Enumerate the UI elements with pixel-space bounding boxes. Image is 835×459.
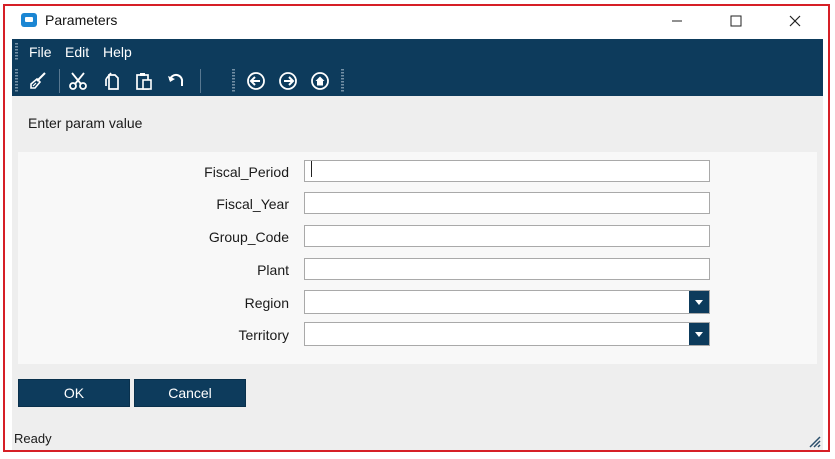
toolbar — [12, 65, 823, 96]
minimize-button[interactable] — [654, 6, 700, 36]
forward-icon[interactable] — [277, 70, 299, 92]
text-cursor — [311, 161, 312, 177]
menu-grip[interactable] — [15, 43, 18, 61]
minimize-icon — [672, 20, 682, 22]
app-icon — [21, 13, 37, 27]
menu-toolbar-area: File Edit Help — [12, 39, 823, 96]
menu-bar: File Edit Help — [12, 39, 823, 65]
region-label: Region — [244, 295, 289, 311]
maximize-icon — [730, 15, 742, 27]
plant-label: Plant — [257, 262, 289, 278]
fiscal-period-input[interactable] — [304, 160, 710, 182]
territory-dropdown-button[interactable] — [689, 323, 709, 345]
fiscal-period-label: Fiscal_Period — [204, 164, 289, 180]
home-icon[interactable] — [309, 70, 331, 92]
cancel-button[interactable]: Cancel — [134, 379, 246, 407]
toolbar-grip-3[interactable] — [341, 69, 344, 93]
fiscal-year-label: Fiscal_Year — [216, 196, 289, 212]
region-select[interactable] — [304, 290, 710, 314]
undo-icon[interactable] — [165, 70, 187, 92]
toolbar-grip-2[interactable] — [232, 69, 235, 93]
toolbar-grip[interactable] — [15, 69, 18, 93]
ok-button[interactable]: OK — [18, 379, 130, 407]
territory-label: Territory — [238, 327, 289, 343]
back-icon[interactable] — [245, 70, 267, 92]
parameter-form: Fiscal_Period Fiscal_Year Group_Code Pla… — [18, 152, 817, 364]
close-icon — [789, 15, 801, 27]
prompt-area: Enter param value — [12, 96, 823, 146]
chevron-down-icon — [695, 331, 703, 337]
resize-grip-icon[interactable] — [807, 434, 821, 448]
toolbar-separator — [200, 69, 201, 93]
territory-select[interactable] — [304, 322, 710, 346]
status-text: Ready — [14, 431, 52, 446]
maximize-button[interactable] — [713, 6, 759, 36]
broom-icon[interactable] — [27, 70, 49, 92]
plant-input[interactable] — [304, 258, 710, 280]
region-dropdown-button[interactable] — [689, 291, 709, 313]
group-code-input[interactable] — [304, 225, 710, 247]
paste-icon[interactable] — [133, 70, 155, 92]
copy-icon[interactable] — [101, 70, 123, 92]
window-title: Parameters — [45, 12, 118, 28]
fiscal-year-input[interactable] — [304, 192, 710, 214]
chevron-down-icon — [695, 299, 703, 305]
menu-file[interactable]: File — [29, 44, 52, 60]
menu-help[interactable]: Help — [103, 44, 132, 60]
prompt-label: Enter param value — [28, 115, 143, 131]
toolbar-separator — [59, 69, 60, 93]
cut-icon[interactable] — [67, 70, 89, 92]
title-bar[interactable]: Parameters — [5, 6, 828, 38]
form-area: Fiscal_Period Fiscal_Year Group_Code Pla… — [12, 146, 823, 424]
group-code-label: Group_Code — [208, 229, 289, 245]
status-bar: Ready — [12, 424, 823, 450]
close-button[interactable] — [772, 6, 818, 36]
menu-edit[interactable]: Edit — [65, 44, 89, 60]
